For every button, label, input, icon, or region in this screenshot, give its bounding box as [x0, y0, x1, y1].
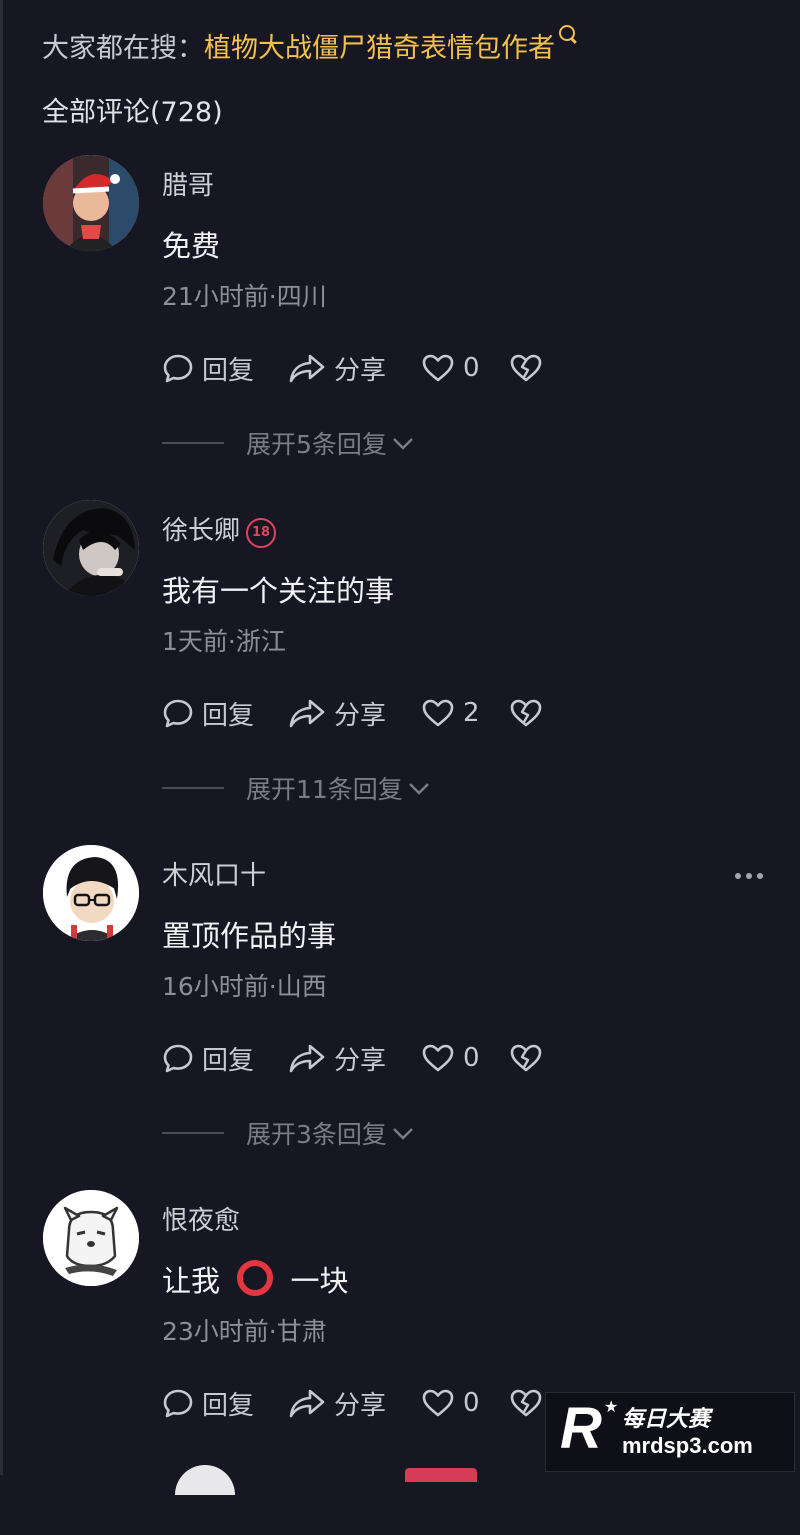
comment-meta: 23小时前·甘肃 — [162, 1317, 327, 1346]
comment-text: 我有一个关注的事 — [162, 574, 395, 608]
like-button[interactable]: 0 — [421, 1383, 480, 1423]
heart-icon — [422, 1044, 454, 1072]
comment-item: 腊哥 免费 21小时前·四川 回复 分享 0 展开5条回复 — [0, 155, 800, 500]
comment-item: 恨夜愈 让我 一块 23小时前·甘肃 回复 分享 0 — [0, 1190, 800, 1535]
chevron-down-icon — [393, 438, 413, 450]
next-comment-tag-partial — [405, 1468, 477, 1482]
expand-replies[interactable]: 展开3条回复 — [162, 1115, 415, 1151]
share-icon — [289, 699, 325, 728]
dislike-button[interactable] — [509, 348, 551, 388]
comment-text: 免费 — [162, 229, 221, 263]
trending-search-hint[interactable]: 大家都在搜：植物大战僵尸猎奇表情包作者 — [42, 25, 575, 65]
comment-text: 让我 一块 — [162, 1258, 348, 1300]
comment-username[interactable]: 恨夜愈 — [162, 1200, 240, 1237]
comment-username[interactable]: 腊哥 — [162, 165, 214, 202]
comment-item: 木风口十 置顶作品的事 16小时前·山西 回复 分享 0 展开3条回复 — [0, 845, 800, 1190]
share-button[interactable]: 分享 — [288, 693, 386, 733]
watermark-letter: R — [560, 1396, 602, 1461]
like-count: 0 — [463, 1388, 480, 1418]
reply-icon — [163, 354, 193, 383]
watermark-brand: 每日大赛 — [622, 1407, 711, 1432]
reply-button[interactable]: 回复 — [162, 348, 254, 388]
like-count: 0 — [463, 1043, 480, 1073]
broken-heart-icon — [510, 699, 542, 727]
trending-search-keyword[interactable]: 植物大战僵尸猎奇表情包作者 — [204, 33, 555, 64]
avatar[interactable] — [43, 500, 139, 596]
reply-button[interactable]: 回复 — [162, 693, 254, 733]
share-icon — [289, 1044, 325, 1073]
like-count: 0 — [463, 353, 480, 383]
dislike-button[interactable] — [509, 1038, 551, 1078]
heart-icon — [422, 1389, 454, 1417]
share-button[interactable]: 分享 — [288, 1038, 386, 1078]
star-icon: ★ — [604, 1397, 619, 1416]
dislike-button[interactable] — [509, 693, 551, 733]
expand-replies[interactable]: 展开11条回复 — [162, 770, 431, 806]
reply-icon — [163, 1044, 193, 1073]
more-options-icon[interactable] — [735, 873, 763, 879]
broken-heart-icon — [510, 1389, 542, 1417]
share-button[interactable]: 分享 — [288, 348, 386, 388]
share-icon — [289, 1389, 325, 1418]
watermark-url: mrdsp3.com — [622, 1433, 753, 1458]
reply-icon — [163, 699, 193, 728]
search-icon[interactable] — [559, 25, 575, 41]
expand-replies[interactable]: 展开5条回复 — [162, 425, 415, 461]
like-count: 2 — [463, 698, 480, 728]
avatar[interactable] — [43, 845, 139, 941]
reply-icon — [163, 1389, 193, 1418]
share-icon — [289, 354, 325, 383]
comment-meta: 1天前·浙江 — [162, 627, 286, 656]
comments-count-title: 全部评论(728) — [42, 97, 223, 128]
reply-button[interactable]: 回复 — [162, 1038, 254, 1078]
comment-text: 置顶作品的事 — [162, 919, 337, 953]
age-18-badge-icon: 18 — [246, 518, 277, 548]
comment-item: 徐长卿 18 我有一个关注的事 1天前·浙江 回复 分享 2 展开11条回复 — [0, 500, 800, 845]
like-button[interactable]: 0 — [421, 1038, 480, 1078]
avatar[interactable] — [43, 1190, 139, 1286]
comment-username[interactable]: 徐长卿 18 — [162, 510, 277, 548]
divider-line — [162, 1132, 224, 1134]
divider-line — [162, 787, 224, 789]
share-button[interactable]: 分享 — [288, 1383, 386, 1423]
trending-search-prefix: 大家都在搜： — [42, 33, 204, 64]
comment-meta: 16小时前·山西 — [162, 972, 327, 1001]
divider-line — [162, 442, 224, 444]
heart-icon — [422, 699, 454, 727]
red-circle-emoji-icon — [237, 1260, 274, 1296]
broken-heart-icon — [510, 354, 542, 382]
avatar[interactable] — [43, 155, 139, 251]
chevron-down-icon — [393, 1128, 413, 1140]
comment-username[interactable]: 木风口十 — [162, 855, 266, 892]
heart-icon — [422, 354, 454, 382]
watermark-logo: R ★ 每日大赛 mrdsp3.com — [545, 1392, 795, 1472]
comment-meta: 21小时前·四川 — [162, 282, 327, 311]
like-button[interactable]: 2 — [421, 693, 480, 733]
reply-button[interactable]: 回复 — [162, 1383, 254, 1423]
like-button[interactable]: 0 — [421, 348, 480, 388]
broken-heart-icon — [510, 1044, 542, 1072]
chevron-down-icon — [408, 783, 429, 795]
